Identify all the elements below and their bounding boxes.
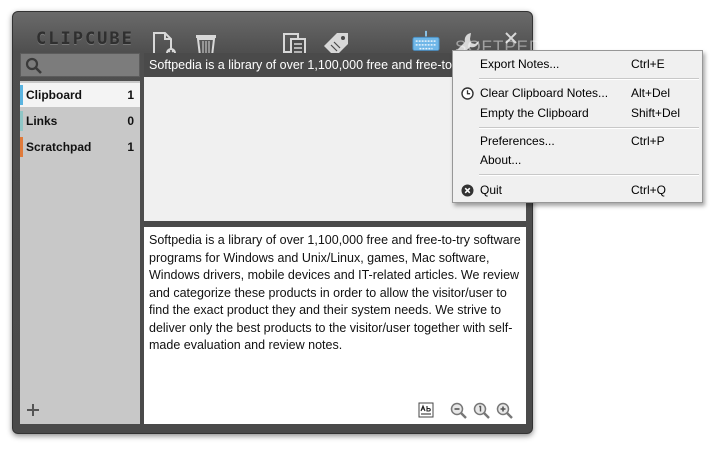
menu-item-label: Quit <box>480 183 503 197</box>
color-stripe <box>20 137 23 157</box>
menu-item-about[interactable]: About... <box>455 150 700 170</box>
note-body-text[interactable]: Softpedia is a library of over 1,100,000… <box>149 232 521 355</box>
sidebar-item-label: Links <box>26 114 58 128</box>
app-logo: CLIPCUBE <box>36 29 134 49</box>
search-icon[interactable] <box>25 57 43 78</box>
menu-item-shortcut: Shift+Del <box>631 106 681 120</box>
color-stripe <box>20 85 23 105</box>
add-notebook-icon[interactable] <box>26 403 40 420</box>
menu-item-label: Preferences... <box>480 134 555 148</box>
menu-item-shortcut: Ctrl+E <box>631 57 665 71</box>
search-box[interactable] <box>20 53 140 77</box>
quit-icon <box>461 183 474 203</box>
menu-item-export-notes[interactable]: Export Notes... Ctrl+E <box>455 54 700 74</box>
menu-separator <box>479 174 699 176</box>
menu-item-clear-clipboard-notes[interactable]: Clear Clipboard Notes... Alt+Del <box>455 83 700 103</box>
sidebar-item-links[interactable]: Links 0 <box>20 109 140 133</box>
menu-separator <box>479 78 699 80</box>
item-count: 1 <box>127 140 134 154</box>
menu-item-label: Clear Clipboard Notes... <box>480 86 609 100</box>
sidebar-item-scratchpad[interactable]: Scratchpad 1 <box>20 135 140 159</box>
color-stripe <box>20 111 23 131</box>
zoom-reset-icon[interactable] <box>473 402 491 423</box>
menu-item-preferences[interactable]: Preferences... Ctrl+P <box>455 131 700 151</box>
menu-item-shortcut: Alt+Del <box>631 86 671 100</box>
item-count: 0 <box>127 114 134 128</box>
menu-item-empty-clipboard[interactable]: Empty the Clipboard Shift+Del <box>455 103 700 123</box>
note-editor[interactable]: Softpedia is a library of over 1,100,000… <box>144 227 526 424</box>
settings-context-menu: Export Notes... Ctrl+E Clear Clipboard N… <box>452 50 703 203</box>
sidebar-item-label: Clipboard <box>26 88 82 102</box>
menu-item-label: Export Notes... <box>480 57 560 71</box>
notebook-sidebar: Clipboard 1 Links 0 Scratchpad 1 <box>20 81 140 424</box>
zoom-in-icon[interactable] <box>496 402 514 423</box>
zoom-out-icon[interactable] <box>450 402 468 423</box>
sidebar-item-clipboard[interactable]: Clipboard 1 <box>20 83 140 107</box>
menu-item-label: Empty the Clipboard <box>480 106 589 120</box>
menu-separator <box>479 127 699 129</box>
spellcheck-icon[interactable] <box>418 402 434 421</box>
menu-item-quit[interactable]: Quit Ctrl+Q <box>455 180 700 200</box>
menu-item-shortcut: Ctrl+Q <box>631 183 667 197</box>
item-count: 1 <box>127 88 134 102</box>
sidebar-item-label: Scratchpad <box>26 140 92 154</box>
menu-item-shortcut: Ctrl+P <box>631 134 665 148</box>
menu-item-label: About... <box>480 153 522 167</box>
